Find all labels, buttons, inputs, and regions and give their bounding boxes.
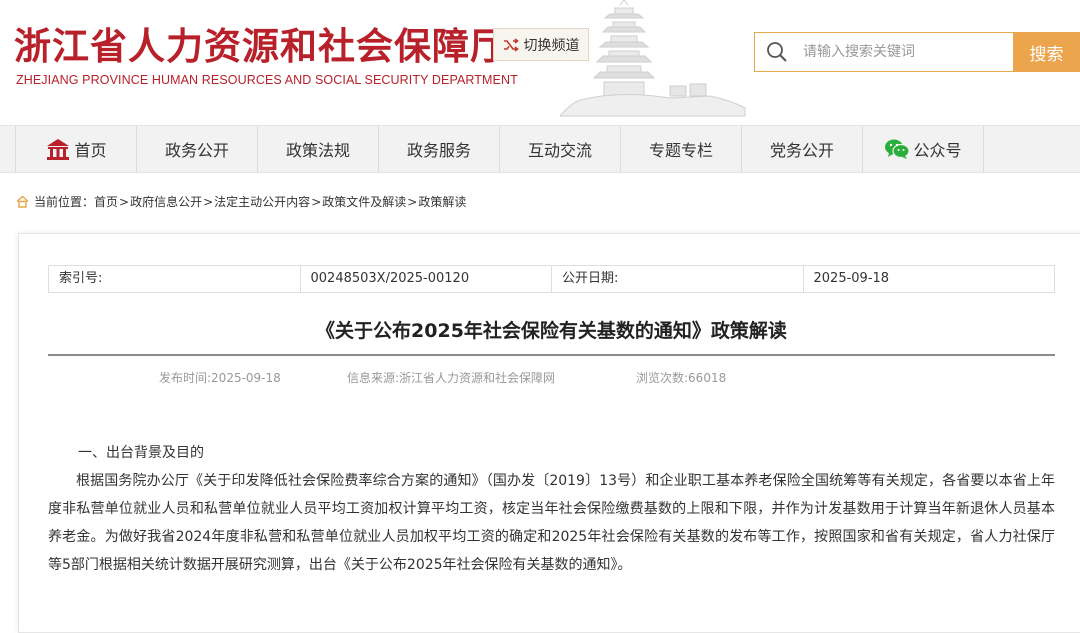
article-card: 索引号: 00248503X/2025-00120 公开日期: 2025-09-… [18,233,1080,633]
home-icon [45,137,71,161]
breadcrumb-separator: > [311,194,322,209]
shuffle-icon [503,37,519,52]
nav-item-home[interactable]: 首页 [16,126,137,172]
nav-item-policies[interactable]: 政策法规 [258,126,379,172]
nav-item-topics[interactable]: 专题专栏 [621,126,742,172]
site-header: 浙江省人力资源和社会保障厅 ZHEJIANG PROVINCE HUMAN RE… [0,0,1080,125]
nav-item-services[interactable]: 政务服务 [379,126,500,172]
breadcrumb-prefix: 当前位置： [34,195,95,209]
nav-item-interaction[interactable]: 互动交流 [500,126,621,172]
nav-label: 互动交流 [527,141,592,160]
index-label: 索引号: [49,266,301,292]
nav-label: 政务服务 [406,141,471,160]
breadcrumb-item-statutory[interactable]: 法定主动公开内容 [214,193,310,210]
article-meta-table: 索引号: 00248503X/2025-00120 公开日期: 2025-09-… [48,265,1055,293]
breadcrumb-item-gov-info[interactable]: 政府信息公开 [130,193,202,210]
publish-time: 发布时间:2025-09-18 [159,371,281,385]
article-paragraph: 根据国务院办公厅《关于印发降低社会保险费率综合方案的通知》（国办发〔2019〕1… [48,473,1055,573]
nav-item-gov-affairs[interactable]: 政务公开 [137,126,258,172]
search-button[interactable]: 搜索 [1013,32,1080,72]
breadcrumb-separator: > [119,194,130,209]
search-box [754,32,1014,72]
main-nav: 首页 政务公开 政策法规 政务服务 互动交流 专题专栏 党务公开 公众号 [0,125,1080,173]
nav-label-home: 首页 [74,141,107,160]
site-logo-title[interactable]: 浙江省人力资源和社会保障厅 [14,16,508,70]
nav-label: 政务公开 [164,141,229,160]
location-home-icon [16,195,29,208]
nav-label: 政策法规 [285,141,350,160]
date-label: 公开日期: [552,266,804,292]
section-heading: 一、出台背景及目的 [78,445,204,461]
breadcrumb: 当前位置： 首页 > 政府信息公开 > 法定主动公开内容 > 政策文件及解读 >… [16,193,466,210]
nav-label: 党务公开 [769,141,834,160]
nav-item-party-affairs[interactable]: 党务公开 [742,126,863,172]
nav-label-wechat: 公众号 [913,141,962,160]
nav-label: 专题专栏 [648,141,713,160]
pagoda-illustration-icon [560,0,746,117]
nav-item-wechat[interactable]: 公众号 [863,126,984,172]
search-icon [767,42,787,62]
index-value: 00248503X/2025-00120 [301,266,552,292]
view-count: 浏览次数:66018 [636,371,727,385]
breadcrumb-item-policy-interpretation[interactable]: 政策解读 [418,193,466,210]
article-body: 一、出台背景及目的 根据国务院办公厅《关于印发降低社会保险费率综合方案的通知》（… [48,439,1055,579]
breadcrumb-separator: > [203,194,214,209]
site-logo-subtitle: ZHEJIANG PROVINCE HUMAN RESOURCES AND SO… [16,73,518,87]
info-source: 信息来源:浙江省人力资源和社会保障网 [347,371,556,385]
search-input[interactable] [803,44,993,60]
breadcrumb-separator: > [407,194,418,209]
title-divider [48,354,1055,356]
article-title: 《关于公布2025年社会保险有关基数的通知》政策解读 [316,320,787,342]
breadcrumb-item-home[interactable]: 首页 [94,193,118,210]
date-value: 2025-09-18 [813,271,890,286]
breadcrumb-item-policy-docs[interactable]: 政策文件及解读 [322,193,406,210]
wechat-icon [884,137,911,161]
